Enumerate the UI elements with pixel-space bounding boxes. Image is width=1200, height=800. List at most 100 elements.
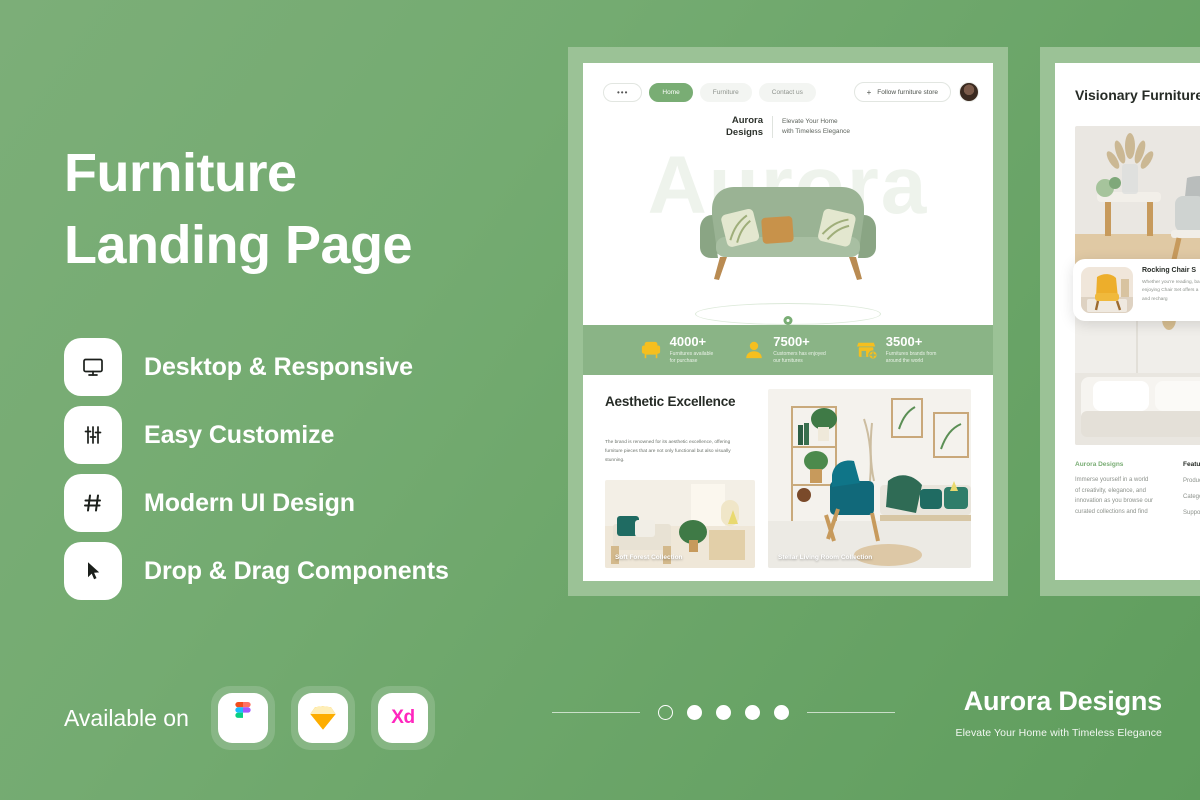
plus-icon: + [866,87,872,97]
stat-furnitures-available: 4000+ Furnitures available for purchase [640,335,714,366]
footer-link-products[interactable]: Products [1183,478,1200,484]
section-body: The brand is renowned for its aesthetic … [605,440,731,463]
secondary-page-title: Visionary Furniture Brand [1075,87,1200,103]
logo-name-line1: Aurora [731,115,764,126]
figma-icon [217,693,268,743]
mockup-frame-secondary: Visionary Furniture Brand [1040,47,1200,596]
stat-value: 4000+ [669,333,707,349]
feature-item-easy-customize: Easy Customize [64,406,449,464]
brand-tagline: Elevate Your Home with Timeless Elegance [955,727,1162,739]
logo-name: Aurora Designs [726,115,763,139]
footer-brand-name: Aurora Designs [1075,461,1124,468]
feature-label: Modern UI Design [144,488,355,517]
product-card-body: Whether you're reading, baby, or simply … [1142,280,1200,302]
photo-soft-forest[interactable]: Soft Forest Collection [605,480,755,568]
stat-caption-line2: around the world [885,358,924,364]
hero-ellipse-dot[interactable] [783,316,793,325]
stat-text: 7500+ Customers has enjoyed our furnitur… [773,335,826,366]
photo-caption: Stellar Living Room Collection [778,554,873,561]
product-card-image [1081,267,1133,313]
mockup-screen-secondary: Visionary Furniture Brand [1055,63,1200,580]
armchair-icon [641,341,660,359]
footer-column-heading: Features [1183,461,1200,468]
page-title-line2: Landing Page [64,214,413,275]
pagination [552,705,895,720]
page-title-line1: Furniture [64,143,297,203]
stat-caption: Customers has enjoyed our furnitures [773,351,826,366]
pagination-dot[interactable] [774,705,789,720]
stats-bar: 4000+ Furnitures available for purchase … [583,325,993,375]
footer-link-categories[interactable]: Categories [1183,494,1200,500]
monitor-icon [64,338,122,396]
stat-caption-line2: for purchase [669,358,698,364]
section-title: Aesthetic Excellence [605,394,736,409]
stat-customers-enjoyed: 7500+ Customers has enjoyed our furnitur… [743,335,826,366]
logo-tagline-line1: Elevate Your Home [782,118,838,126]
available-on-section: Available on Xd [64,686,451,750]
pagination-dot[interactable] [716,705,731,720]
hash-icon [64,474,122,532]
secondary-footer: Aurora Designs Immerse yourself in a wor… [1075,461,1200,517]
stat-caption-line1: Furnitures brands from [885,350,937,357]
footer-brand-column: Aurora Designs Immerse yourself in a wor… [1075,461,1155,517]
nav-item-furniture[interactable]: Furniture [699,82,752,102]
app-badge-adobe-xd[interactable]: Xd [370,686,435,750]
page-title: Furniture Landing Page [64,138,534,282]
app-badge-sketch[interactable] [290,686,355,750]
adobe-xd-icon: Xd [377,693,428,743]
person-icon [746,341,763,359]
footer-link-support[interactable]: Support [1183,510,1200,516]
nav-item-home[interactable]: Home [649,82,693,102]
store-plus-icon [856,342,878,360]
sketch-icon [297,693,348,743]
stat-value: 7500+ [773,333,810,349]
feature-item-desktop-responsive: Desktop & Responsive [64,338,449,396]
photo-stellar-living-room[interactable]: Stellar Living Room Collection [768,389,971,568]
follow-furniture-store-button[interactable]: + Follow furniture store [853,82,951,102]
adobe-xd-label: Xd [391,707,415,728]
product-card-text: Rocking Chair S Whether you're reading, … [1142,267,1200,313]
stat-text: 3500+ Furnitures brands from around the … [886,335,937,366]
stat-caption: Furnitures brands from around the world [886,351,937,366]
logo-tagline: Elevate Your Home with Timeless Elegance [782,117,850,137]
pagination-dot[interactable] [745,705,760,720]
stat-value: 3500+ [885,333,923,349]
pagination-line-left [552,712,640,713]
stat-furniture-brands: 3500+ Furnitures brands from around the … [856,335,937,366]
logo-divider [772,115,774,138]
sliders-icon [64,406,122,464]
feature-list: Desktop & Responsive Easy Customize Mode… [64,338,449,610]
cursor-icon [64,542,122,600]
aesthetic-excellence-section: Aesthetic Excellence The brand is renown… [583,375,993,581]
stat-caption-line1: Furnitures available [669,350,714,357]
logo-tagline-line2: with Timeless Elegance [782,127,850,135]
app-badge-figma[interactable] [210,686,275,750]
pagination-dot[interactable] [658,705,673,720]
feature-label: Easy Customize [144,420,335,449]
stats-bar-wrapper: 4000+ Furnitures available for purchase … [583,325,993,375]
mockup-logo-row: Aurora Designs Elevate Your Home with Ti… [583,115,993,139]
avatar[interactable] [959,82,979,102]
feature-item-drop-drag-components: Drop & Drag Components [64,542,449,600]
logo-name-line2: Designs [726,126,764,138]
stat-text: 4000+ Furnitures available for purchase [670,335,714,366]
sofa-image [700,187,876,280]
feature-item-modern-ui-design: Modern UI Design [64,474,449,532]
product-card-rocking-chair[interactable]: Rocking Chair S Whether you're reading, … [1073,259,1200,321]
pagination-dots [658,705,789,720]
pagination-line-right [807,712,895,713]
stat-caption-line1: Customers has enjoyed [773,350,826,357]
feature-label: Desktop & Responsive [144,352,413,381]
mockup-navbar: ••• Home Furniture Contact us + Follow f… [603,81,979,103]
footer-links-column: Features Products Categories Support [1183,461,1200,517]
stat-caption: Furnitures available for purchase [670,351,714,366]
photo-caption: Soft Forest Collection [615,554,683,561]
follow-button-label: Follow furniture store [877,88,938,96]
brand-name: Aurora Designs [963,686,1162,716]
photo-enchanted-forest[interactable]: Enchanted Forest Collection [1075,126,1200,276]
pagination-dot[interactable] [687,705,702,720]
nav-menu-button[interactable]: ••• [603,82,643,102]
stat-caption-line2: our furnitures [773,358,803,364]
available-on-label: Available on [64,704,189,731]
nav-item-contact-us[interactable]: Contact us [758,82,816,102]
